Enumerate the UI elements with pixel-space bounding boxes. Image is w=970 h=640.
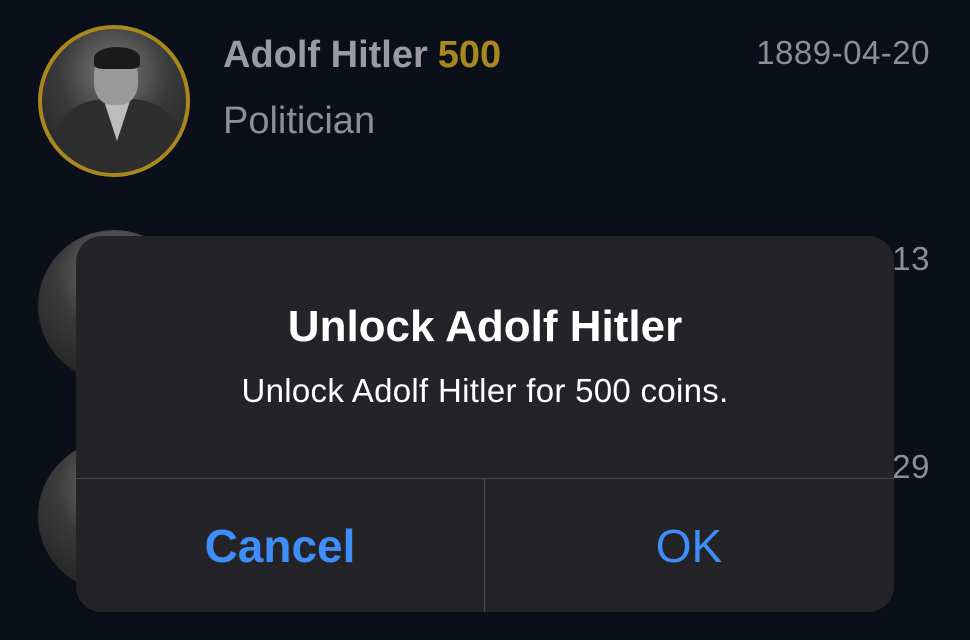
ok-button[interactable]: OK	[485, 479, 893, 612]
unlock-alert-dialog: Unlock Adolf Hitler Unlock Adolf Hitler …	[76, 236, 894, 612]
person-occupation: Politician	[223, 100, 376, 142]
dialog-message: Unlock Adolf Hitler for 500 coins.	[241, 372, 729, 409]
birth-date-fragment: 29	[892, 448, 930, 485]
dialog-title: Unlock Adolf Hitler	[287, 302, 683, 351]
list-item[interactable]: Adolf Hitler 500 Politician 1889-04-20	[0, 0, 970, 200]
birth-date-fragment: 13	[892, 240, 930, 277]
person-name-row: Adolf Hitler 500	[223, 34, 501, 77]
person-name: Adolf Hitler	[223, 34, 428, 76]
cancel-button[interactable]: Cancel	[76, 479, 484, 612]
avatar	[38, 25, 190, 177]
birth-date: 1889-04-20	[756, 34, 930, 71]
unlock-price: 500	[437, 34, 502, 76]
